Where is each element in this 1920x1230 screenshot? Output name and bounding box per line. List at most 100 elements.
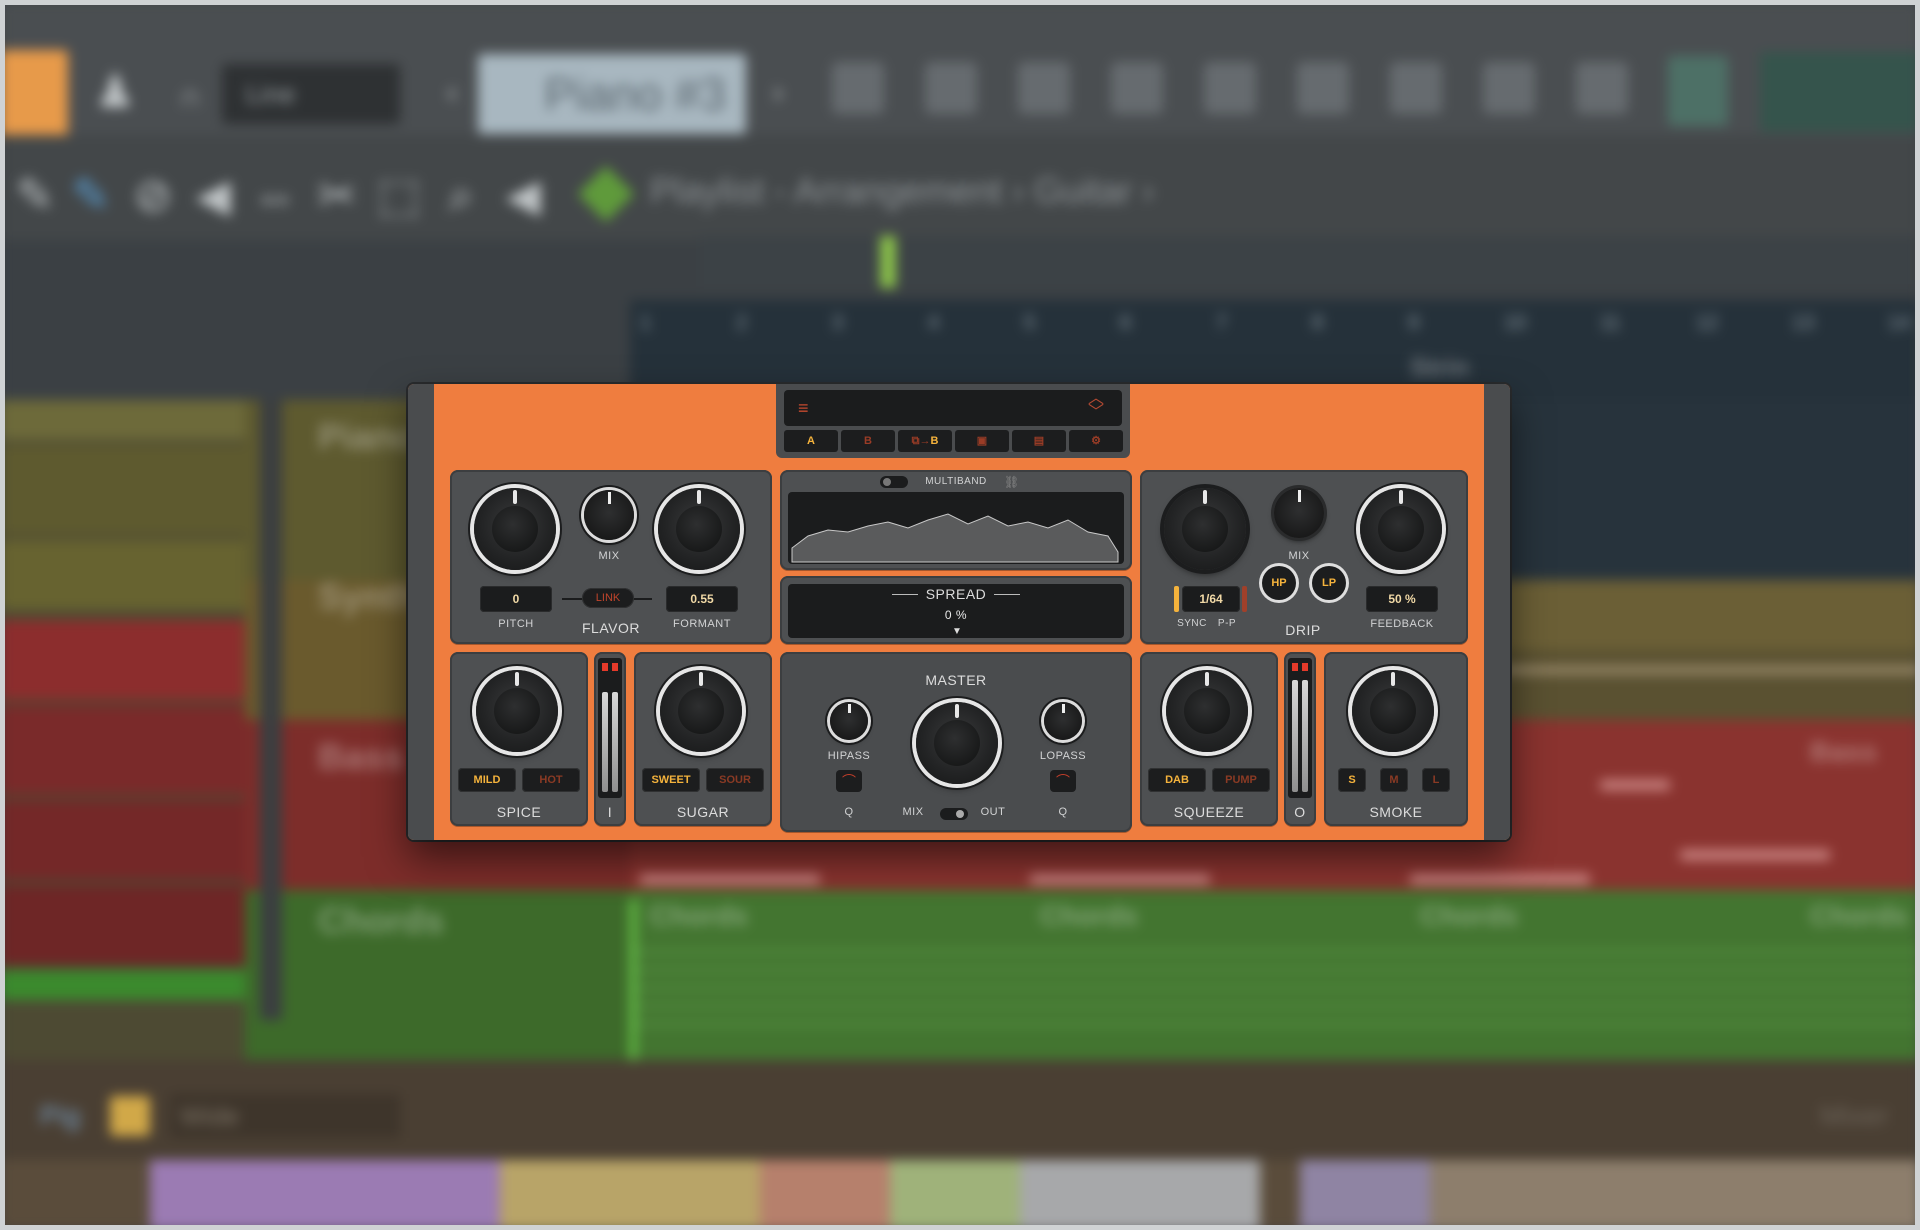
select-tool-icon[interactable]: ⬚	[374, 160, 424, 230]
dab-button[interactable]: DAB	[1148, 768, 1206, 792]
plugin-database-icon[interactable]	[1204, 62, 1256, 114]
browser-icon[interactable]	[832, 62, 884, 114]
zoom-tool-icon[interactable]: ⌕	[436, 160, 486, 230]
lopass-knob[interactable]	[1044, 702, 1082, 740]
channel-rack-icon[interactable]	[1018, 62, 1070, 114]
pitch-knob[interactable]	[474, 488, 556, 570]
link-button[interactable]: LINK	[582, 588, 634, 608]
hot-button[interactable]: HOT	[522, 768, 580, 792]
link-chain-icon[interactable]: ⛓	[1004, 475, 1019, 489]
smoke-l-button[interactable]: L	[1422, 768, 1450, 792]
hp-button[interactable]: HP	[1262, 566, 1296, 600]
mixer-track[interactable]	[760, 1160, 890, 1230]
drip-mix-knob[interactable]	[1274, 488, 1324, 538]
pattern-block-1[interactable]	[0, 445, 245, 535]
mixer-track[interactable]	[1430, 1160, 1920, 1230]
multiband-toggle[interactable]	[880, 476, 908, 488]
prev-track-icon[interactable]: ‹	[432, 58, 472, 128]
mixer-track[interactable]	[1260, 1160, 1300, 1230]
sour-button[interactable]: SOUR	[706, 768, 764, 792]
smoke-knob[interactable]	[1352, 670, 1434, 752]
pattern-block-6[interactable]	[0, 885, 245, 965]
feedback-knob[interactable]	[1360, 488, 1442, 570]
pitch-value[interactable]: 0	[480, 586, 552, 612]
hamburger-icon[interactable]: ≡	[798, 398, 809, 419]
mixer-icon[interactable]	[1111, 62, 1163, 114]
mild-button[interactable]: MILD	[458, 768, 516, 792]
output-meter-label: O	[1294, 804, 1306, 820]
mix-out-toggle[interactable]	[940, 808, 968, 820]
ruler-numbers: 1 2 3 4 5 6 7 8 9 10 11 12 13 14	[640, 312, 1911, 334]
walker-icon[interactable]	[1483, 62, 1535, 114]
formant-knob[interactable]	[658, 488, 740, 570]
pump-button[interactable]: PUMP	[1212, 768, 1270, 792]
pencil-tool-icon[interactable]	[0, 50, 68, 138]
delete-tool-icon[interactable]: ⊘	[128, 160, 178, 230]
squeeze-knob[interactable]	[1166, 670, 1248, 752]
drip-time-value[interactable]: 1/64	[1182, 586, 1240, 612]
mixer-track[interactable]	[500, 1160, 760, 1230]
mixer-track[interactable]	[0, 1160, 150, 1230]
mixer-track[interactable]	[150, 1160, 500, 1230]
smoke-s-button[interactable]: S	[1338, 768, 1366, 792]
mixer-track[interactable]	[890, 1160, 1020, 1230]
mixer-track[interactable]	[1300, 1160, 1430, 1230]
hipass-curve-icon[interactable]: ⌒	[836, 770, 862, 792]
sweet-button[interactable]: SWEET	[642, 768, 700, 792]
pattern-block-3[interactable]	[0, 620, 245, 700]
up-down-chevron-icon[interactable]: ︿ ﹀	[1088, 391, 1104, 421]
settings-button[interactable]: ⚙	[1069, 430, 1123, 452]
mixer-track[interactable]	[1020, 1160, 1260, 1230]
pattern-piano[interactable]	[0, 400, 245, 440]
playback-tool-icon[interactable]: ◀	[498, 160, 548, 230]
lopass-curve-icon[interactable]: ⌒	[1050, 770, 1076, 792]
pattern-block-5[interactable]	[0, 800, 245, 880]
paint-tool-icon[interactable]: ✎	[66, 160, 116, 230]
draw-tool-icon[interactable]: ✎	[10, 160, 60, 230]
preset-b-button[interactable]: B	[841, 430, 895, 452]
lp-button[interactable]: LP	[1312, 566, 1346, 600]
master-panel: MASTER HIPASS ⌒ Q MIX OUT LOPASS ⌒ Q	[780, 652, 1132, 832]
hipass-knob[interactable]	[830, 702, 868, 740]
smoke-m-button[interactable]: M	[1380, 768, 1408, 792]
person-icon[interactable]: ♟	[80, 56, 150, 126]
pp-label[interactable]: P-P	[1212, 618, 1242, 629]
sugar-knob[interactable]	[660, 670, 742, 752]
mute-tool-icon[interactable]: ◀	[188, 160, 238, 230]
spectrum-display[interactable]	[788, 492, 1124, 564]
next-track-icon[interactable]: ›	[758, 58, 798, 128]
pattern-block-7[interactable]	[0, 970, 245, 1000]
slice-tool-icon[interactable]: ✂	[312, 160, 362, 230]
slip-tool-icon[interactable]: ⇔	[250, 160, 300, 230]
preset-a-button[interactable]: A	[784, 430, 838, 452]
spread-caret-icon[interactable]: ▼	[952, 626, 962, 637]
clip-label-bass: Bass	[1810, 736, 1877, 767]
copy-preset-button[interactable]: ▣	[955, 430, 1009, 452]
snap-select[interactable]: Line	[222, 64, 400, 124]
master-mix-out-knob[interactable]	[916, 702, 998, 784]
camera-icon[interactable]	[1576, 62, 1628, 114]
pattern-scrollbar[interactable]	[260, 400, 282, 1020]
breadcrumb[interactable]: Playlist - Arrangement › Guitar ›	[650, 170, 1154, 212]
drip-time-knob[interactable]	[1164, 488, 1246, 570]
sync-label[interactable]: SYNC	[1174, 618, 1210, 629]
pattern-block-4[interactable]	[0, 705, 245, 795]
preset-header: ≡ ︿ ﹀ A B ⧉→B ▣ ▤ ⚙	[776, 384, 1130, 458]
paste-preset-button[interactable]: ▤	[1012, 430, 1066, 452]
spice-knob[interactable]	[476, 670, 558, 752]
feedback-value[interactable]: 50 %	[1366, 586, 1438, 612]
flavor-mix-knob[interactable]	[584, 490, 634, 540]
preset-display[interactable]	[784, 390, 1122, 426]
snap-icon[interactable]: ∩	[170, 62, 210, 132]
pattern-block-2[interactable]	[0, 540, 245, 610]
piano-roll-icon[interactable]	[925, 62, 977, 114]
input-peak-left	[602, 663, 608, 671]
project-icon[interactable]	[1297, 62, 1349, 114]
formant-value[interactable]: 0.55	[666, 586, 738, 612]
funnel-icon[interactable]	[1390, 62, 1442, 114]
spread-value[interactable]: 0 %	[906, 608, 1006, 622]
footer-icon[interactable]	[110, 1096, 150, 1136]
channel-name-field[interactable]: Piano #3	[478, 54, 746, 134]
footer-field[interactable]: Wide	[170, 1094, 400, 1138]
copy-a-to-b-button[interactable]: ⧉→B	[898, 430, 952, 452]
